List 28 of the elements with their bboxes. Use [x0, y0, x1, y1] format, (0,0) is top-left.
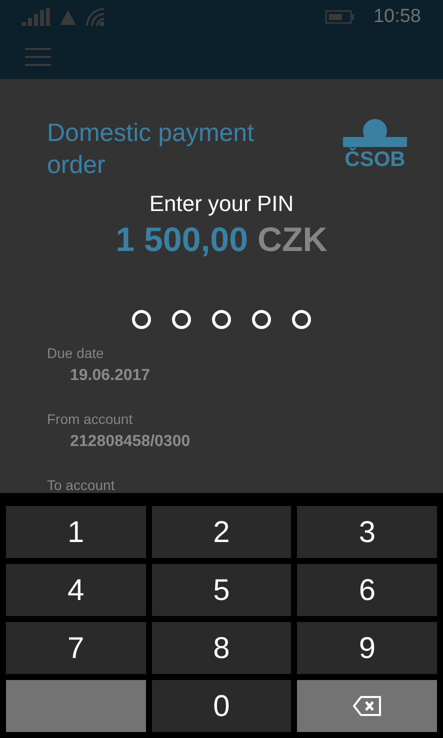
logo-emblem-icon: [343, 119, 407, 149]
digit-key[interactable]: 5: [152, 564, 292, 616]
logo-text: ČSOB: [344, 149, 406, 171]
field-label: Due date: [47, 344, 105, 363]
digit-key[interactable]: 7: [6, 622, 146, 674]
field-label: From account: [47, 410, 134, 429]
digit-key[interactable]: 9: [297, 622, 437, 674]
field-value: 19.06.2017: [69, 366, 152, 386]
battery-icon: [325, 10, 356, 24]
backspace-key[interactable]: [297, 680, 437, 732]
currency: CZK: [257, 221, 328, 259]
status-time: 10:58: [373, 4, 421, 29]
triangle-icon: [60, 10, 76, 24]
digit-key[interactable]: 0: [152, 680, 292, 732]
field-value: 212808458/0300: [69, 432, 192, 452]
signal-icon: [22, 8, 50, 26]
digit-key[interactable]: 2: [152, 506, 292, 558]
digit-key[interactable]: 8: [152, 622, 292, 674]
order-title: Domestic payment order: [47, 118, 256, 181]
backspace-icon: [352, 695, 382, 717]
digit-key[interactable]: 4: [6, 564, 146, 616]
digit-key[interactable]: 1: [6, 506, 146, 558]
field-label: To account: [47, 476, 116, 495]
digit-key[interactable]: 3: [297, 506, 437, 558]
wifi-icon: [86, 8, 105, 26]
digit-key[interactable]: 6: [297, 564, 437, 616]
amount: 1 500,00: [116, 221, 248, 259]
pin-prompt-title: Enter your PIN: [148, 190, 295, 218]
